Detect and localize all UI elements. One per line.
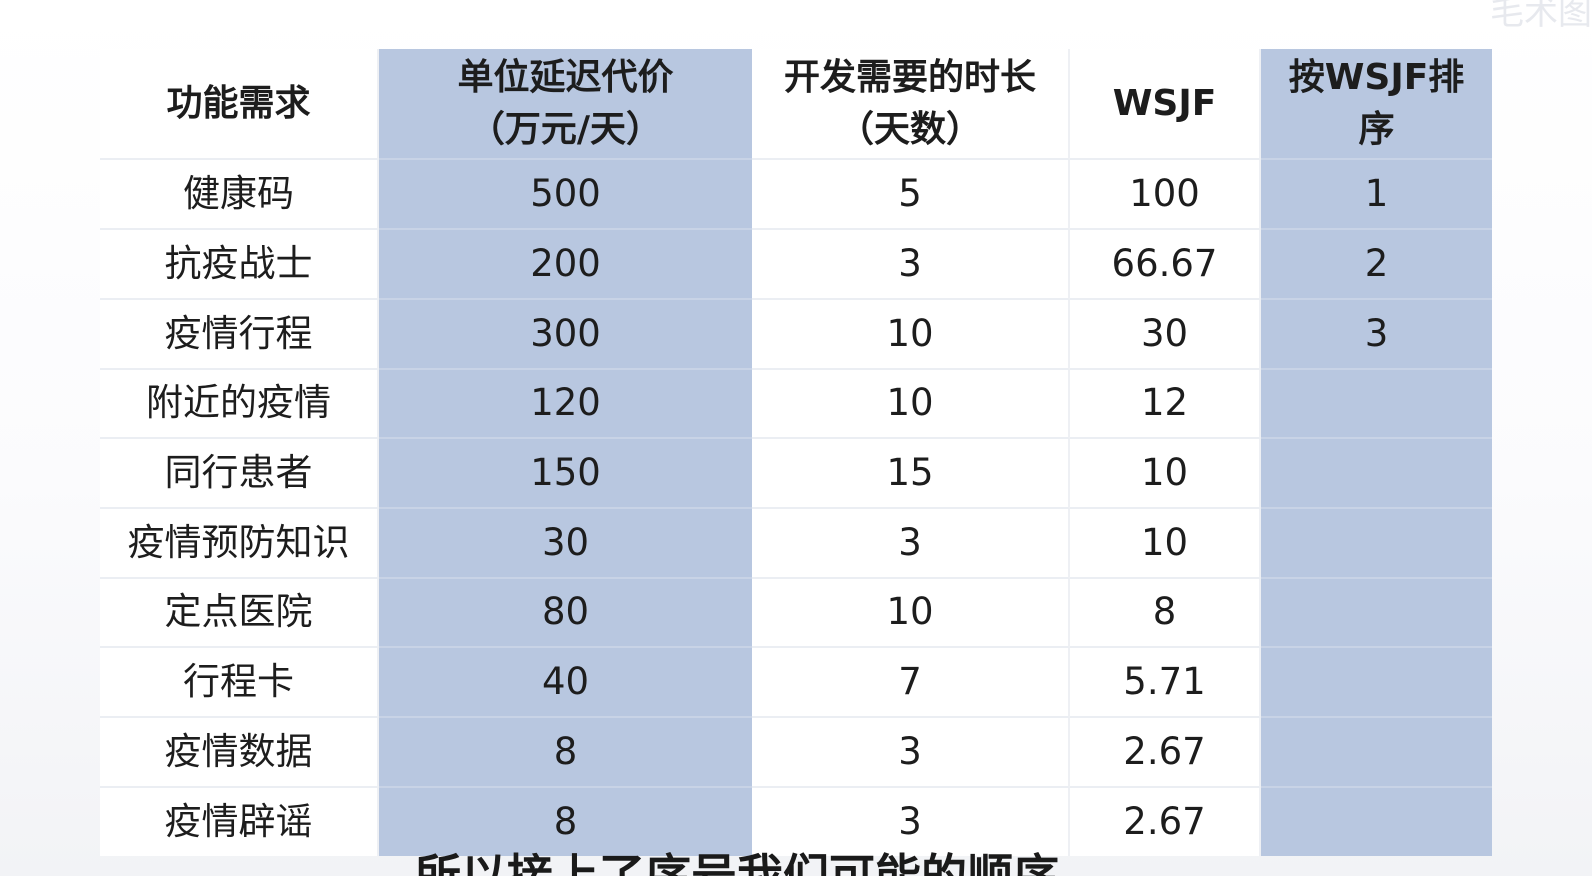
- cell-wsjf: 10: [1070, 439, 1261, 509]
- cell-duration: 3: [752, 788, 1070, 856]
- header-duration-line: （天数）: [837, 108, 982, 150]
- cell-rank: [1261, 788, 1492, 856]
- cell-duration: 15: [752, 439, 1070, 509]
- cell-wsjf: 8: [1070, 579, 1261, 648]
- header-feature: 功能需求: [100, 49, 379, 160]
- cell-cost-of-delay: 30: [379, 509, 752, 579]
- header-duration-line: 开发需要的时长: [783, 57, 1036, 99]
- cell-rank: 2: [1261, 230, 1492, 300]
- cell-rank: 3: [1261, 300, 1492, 370]
- cell-cost-of-delay: 300: [379, 300, 752, 370]
- header-rank: 按WSJF排序: [1261, 49, 1492, 160]
- header-duration: 开发需要的时长 （天数）: [752, 49, 1070, 160]
- cell-feature: 抗疫战士: [100, 230, 379, 300]
- header-cost-of-delay-line: 单位延迟代价: [457, 57, 674, 99]
- cell-feature: 健康码: [100, 160, 379, 230]
- header-wsjf-line: WSJF: [1112, 82, 1217, 124]
- cell-feature: 附近的疫情: [100, 370, 379, 439]
- cell-wsjf: 2.67: [1070, 718, 1261, 788]
- cell-cost-of-delay: 120: [379, 370, 752, 439]
- cell-rank: [1261, 648, 1492, 718]
- cell-duration: 5: [752, 160, 1070, 230]
- cell-cost-of-delay: 500: [379, 160, 752, 230]
- cell-wsjf: 5.71: [1070, 648, 1261, 718]
- cell-duration: 10: [752, 579, 1070, 648]
- cell-feature: 同行患者: [100, 439, 379, 509]
- header-rank-line: 序: [1358, 108, 1395, 150]
- cell-cost-of-delay: 40: [379, 648, 752, 718]
- cell-feature: 定点医院: [100, 579, 379, 648]
- cell-feature: 疫情数据: [100, 718, 379, 788]
- cell-duration: 3: [752, 509, 1070, 579]
- cell-wsjf: 2.67: [1070, 788, 1261, 856]
- cell-rank: [1261, 718, 1492, 788]
- cell-duration: 3: [752, 230, 1070, 300]
- header-cost-of-delay-line: （万元/天）: [468, 108, 663, 150]
- cell-rank: [1261, 579, 1492, 648]
- cell-cost-of-delay: 150: [379, 439, 752, 509]
- cell-wsjf: 30: [1070, 300, 1261, 370]
- cell-cost-of-delay: 8: [379, 788, 752, 856]
- watermark-logo: 毛术图: [1490, 0, 1592, 33]
- cell-wsjf: 12: [1070, 370, 1261, 439]
- cell-rank: [1261, 439, 1492, 509]
- cell-cost-of-delay: 80: [379, 579, 752, 648]
- cell-cost-of-delay: 200: [379, 230, 752, 300]
- cell-feature: 疫情辟谣: [100, 788, 379, 856]
- header-cost-of-delay: 单位延迟代价 （万元/天）: [379, 49, 752, 160]
- cell-cost-of-delay: 8: [379, 718, 752, 788]
- cell-feature: 疫情行程: [100, 300, 379, 370]
- cell-duration: 10: [752, 370, 1070, 439]
- wsjf-priority-table: 功能需求 单位延迟代价 （万元/天） 开发需要的时长 （天数） WSJF 按WSJF排序健康…: [100, 49, 1492, 856]
- cell-rank: [1261, 370, 1492, 439]
- subtitle-text: 所以接上了序号我们可能的顺序: [415, 849, 1059, 876]
- header-feature-line: 功能需求: [166, 82, 311, 124]
- cell-duration: 7: [752, 648, 1070, 718]
- cell-wsjf: 100: [1070, 160, 1261, 230]
- cell-wsjf: 10: [1070, 509, 1261, 579]
- cell-wsjf: 66.67: [1070, 230, 1261, 300]
- header-rank-line: 按WSJF排: [1288, 57, 1465, 99]
- header-wsjf: WSJF: [1070, 49, 1261, 160]
- video-subtitle: 所以接上了序号我们可能的顺序: [415, 848, 1135, 876]
- cell-duration: 3: [752, 718, 1070, 788]
- cell-feature: 疫情预防知识: [100, 509, 379, 579]
- cell-feature: 行程卡: [100, 648, 379, 718]
- cell-rank: 1: [1261, 160, 1492, 230]
- cell-duration: 10: [752, 300, 1070, 370]
- cell-rank: [1261, 509, 1492, 579]
